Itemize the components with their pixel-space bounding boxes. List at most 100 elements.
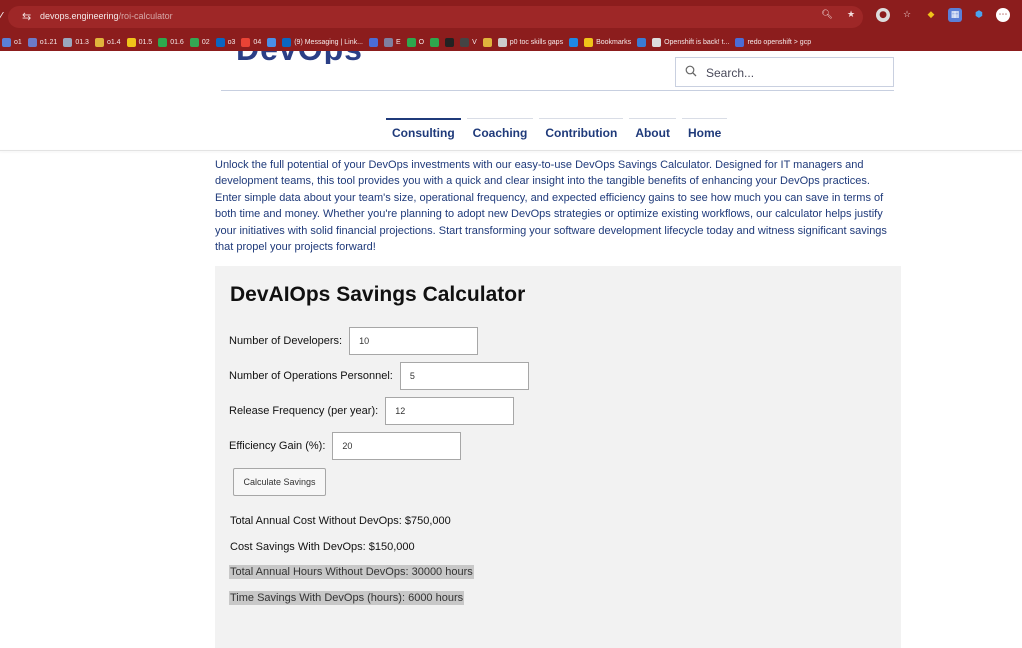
bookmark-label: o1 — [14, 39, 22, 46]
bookmark-item[interactable] — [569, 38, 579, 47]
calculator-title: DevAIOps Savings Calculator — [230, 283, 526, 306]
bookmark-item[interactable]: 02 — [189, 38, 210, 47]
bookmark-item[interactable]: o1.4 — [94, 38, 121, 47]
bookmark-favicon-icon — [445, 38, 455, 47]
bookmark-item[interactable]: O — [406, 38, 425, 47]
site-logo-text: DevOps Engineering — [236, 51, 530, 64]
bookmark-item[interactable]: 01.6 — [158, 38, 184, 47]
nav-contribution[interactable]: Contribution — [539, 118, 624, 143]
bookmark-favicon-icon — [735, 38, 745, 47]
bookmark-favicon-icon — [383, 38, 393, 47]
bookmark-favicon-icon — [406, 38, 416, 47]
bookmark-item[interactable]: o1 — [2, 38, 22, 47]
bookmark-favicon-icon — [460, 38, 470, 47]
result-total-hours: Total Annual Hours Without DevOps: 30000… — [229, 565, 474, 579]
field-developers: Number of Developers: 10 — [229, 327, 479, 355]
bookmark-item[interactable]: (9) Messaging | Link... — [282, 38, 363, 47]
efficiency-gain-input[interactable]: 20 — [332, 432, 462, 460]
search-input[interactable]: Search... — [706, 66, 754, 80]
bookmark-label: o1.21 — [39, 39, 58, 46]
bookmark-label: Bookmarks — [596, 39, 632, 46]
bookmark-item[interactable]: 01.3 — [63, 38, 89, 47]
url-path: /roi-calculator — [118, 11, 173, 21]
bookmark-item[interactable]: o1.21 — [27, 38, 58, 47]
bookmark-item[interactable] — [430, 38, 440, 47]
intro-paragraph: Unlock the full potential of your DevOps… — [215, 159, 887, 254]
release-frequency-label: Release Frequency (per year): — [229, 405, 379, 417]
bookmark-item[interactable]: E — [383, 38, 401, 47]
ops-personnel-input[interactable]: 5 — [399, 362, 529, 390]
bookmarks-bar: o1 o1.21 01.3 o1.4 01.5 01.6 02 o3 04 (9) Messagi… — [0, 34, 1022, 51]
header-divider — [221, 90, 894, 91]
bookmark-item[interactable]: 01.5 — [126, 38, 153, 47]
url-text[interactable]: devops.engineering/roi-calculator — [40, 11, 173, 21]
field-release-frequency: Release Frequency (per year): 12 — [229, 397, 515, 425]
main-nav: Consulting Coaching Contribution About H… — [386, 118, 728, 143]
bookmark-favicon-icon — [215, 38, 225, 47]
developers-label: Number of Developers: — [229, 335, 343, 347]
bookmark-label: 04 — [253, 39, 262, 46]
bookmark-item[interactable] — [482, 38, 492, 47]
result-time-savings: Time Savings With DevOps (hours): 6000 h… — [229, 591, 465, 605]
bookmark-item[interactable]: 04 — [241, 38, 261, 47]
bookmark-label: o3 — [227, 39, 236, 46]
bookmark-favicon-icon — [482, 38, 492, 47]
bookmark-favicon-icon — [267, 38, 277, 47]
bookmark-star-icon[interactable]: ☆ — [900, 8, 914, 22]
nav-divider — [0, 150, 1022, 151]
result-cost-savings: Cost Savings With DevOps: $150,000 — [230, 541, 415, 553]
bookmark-favicon-icon — [282, 38, 292, 47]
bookmark-label: p0 toc skills gaps — [509, 39, 564, 46]
bookmark-label: 01.3 — [75, 39, 89, 46]
nav-consulting[interactable]: Consulting — [386, 118, 461, 143]
release-frequency-input[interactable]: 12 — [385, 397, 515, 425]
puzzle-icon[interactable]: ◆ — [924, 8, 938, 22]
extension-icon[interactable]: ● — [876, 8, 890, 22]
bookmark-item[interactable] — [267, 38, 277, 47]
bookmark-item[interactable] — [445, 38, 455, 47]
menu-icon[interactable]: ⋯ — [996, 8, 1010, 22]
bookmark-label: V — [472, 39, 477, 46]
nav-coaching[interactable]: Coaching — [466, 118, 534, 143]
bookmark-item[interactable] — [637, 38, 647, 47]
bookmark-item[interactable]: Openshift is back! t... — [652, 38, 729, 47]
star-icon[interactable]: ★ — [844, 8, 858, 22]
bookmark-favicon-icon — [158, 38, 168, 47]
search-box[interactable]: Search... — [675, 57, 894, 87]
savings-calculator: DevAIOps Savings Calculator Number of De… — [215, 266, 901, 648]
bookmark-label: E — [395, 39, 401, 46]
profile-ext-icon[interactable]: ▦ — [948, 8, 962, 22]
bookmark-label: 02 — [201, 39, 210, 46]
ops-personnel-label: Number of Operations Personnel: — [229, 370, 393, 382]
bookmark-item[interactable]: Bookmarks — [584, 38, 631, 47]
calculate-savings-button[interactable]: Calculate Savings — [233, 468, 326, 496]
bookmark-label: o1.4 — [106, 39, 121, 46]
bookmark-item[interactable]: redo openshift > gcp — [735, 38, 811, 47]
zoom-icon[interactable]: 🔍︎ — [820, 8, 834, 22]
search-icon — [685, 65, 697, 77]
nav-about[interactable]: About — [629, 118, 676, 143]
site-info-icon[interactable]: ⇆ — [22, 10, 31, 23]
bookmark-item[interactable]: p0 toc skills gaps — [497, 38, 564, 47]
bookmark-favicon-icon — [430, 38, 440, 47]
bookmark-favicon-icon — [2, 38, 11, 47]
developers-input[interactable]: 10 — [349, 327, 479, 355]
bookmark-item[interactable]: o3 — [215, 38, 236, 47]
back-icon[interactable]: ⁄ — [0, 10, 6, 23]
bookmark-item[interactable]: V — [460, 38, 477, 47]
result-total-cost: Total Annual Cost Without DevOps: $750,0… — [230, 515, 451, 527]
bookmark-favicon-icon — [368, 38, 378, 47]
bookmark-label: 01.5 — [138, 39, 153, 46]
bookmark-favicon-icon — [569, 38, 579, 47]
browser-address-bar: ⁄ ⇆ devops.engineering/roi-calculator 🔍︎… — [0, 0, 1022, 34]
nav-home[interactable]: Home — [681, 118, 728, 143]
settings-ext-icon[interactable]: ⬢ — [972, 8, 986, 22]
bookmark-favicon-icon — [652, 38, 662, 47]
bookmark-item[interactable] — [368, 38, 378, 47]
bookmark-label: O — [418, 39, 425, 46]
bookmark-label: Openshift is back! t... — [664, 39, 730, 46]
bookmark-favicon-icon — [126, 38, 136, 47]
bookmark-label: 01.6 — [170, 39, 184, 46]
site-logo[interactable]: DevOps Engineering — [236, 51, 530, 64]
bookmark-favicon-icon — [189, 38, 199, 47]
